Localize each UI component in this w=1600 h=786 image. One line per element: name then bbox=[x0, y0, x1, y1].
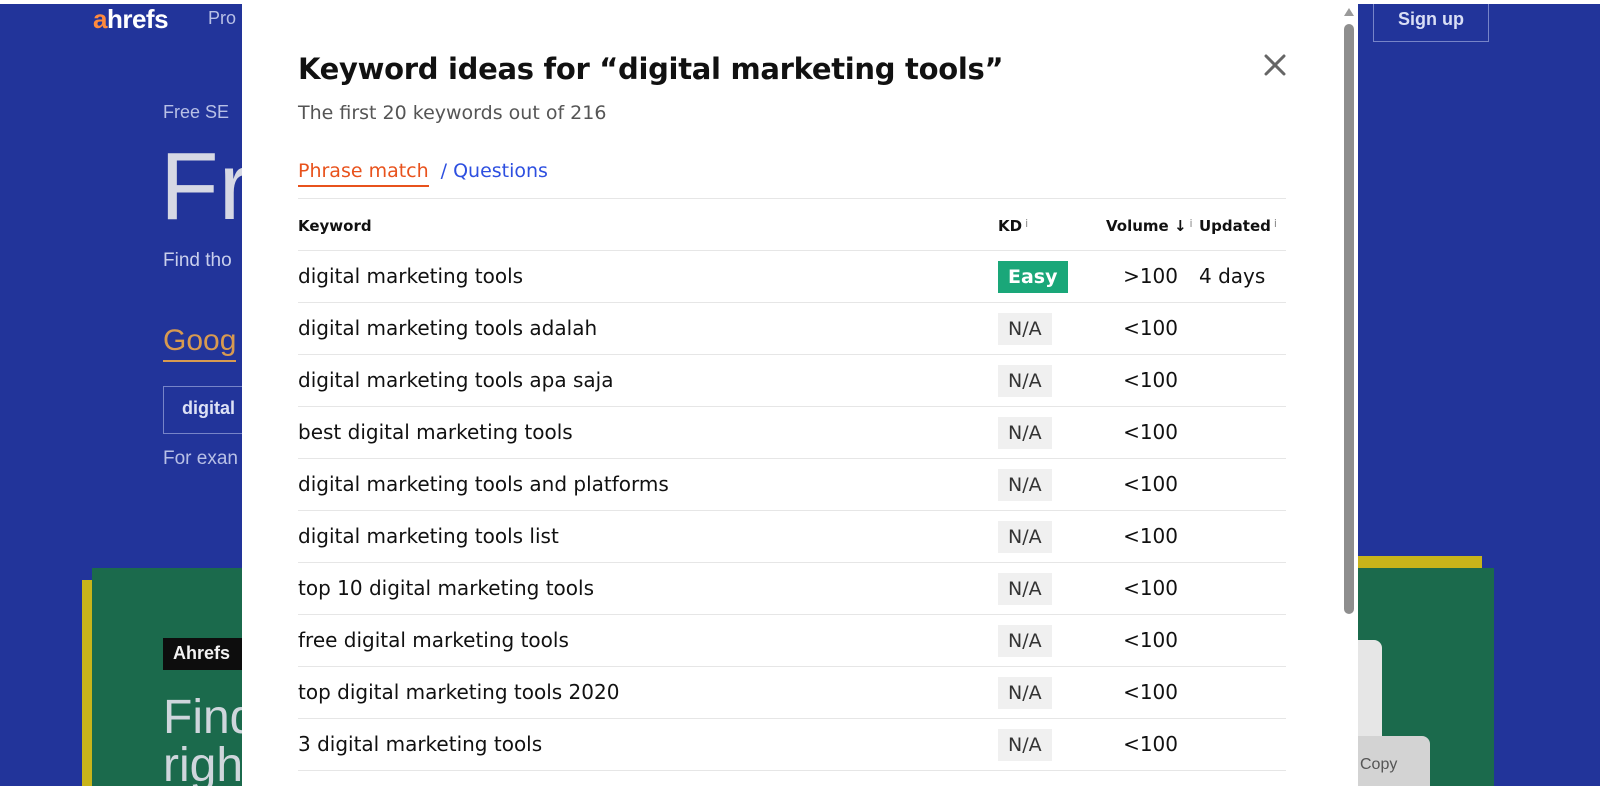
table-header: Keyword KD i Volume ↓ i Updated i bbox=[298, 199, 1286, 251]
table-row: top digital marketing tools 2020 N/A <10… bbox=[298, 667, 1286, 719]
volume-cell: <100 bbox=[1123, 368, 1178, 392]
column-header-kd: KD i bbox=[998, 217, 1029, 235]
volume-cell: <100 bbox=[1123, 472, 1178, 496]
kd-badge: N/A bbox=[998, 729, 1052, 761]
table-row: top 10 digital marketing tools N/A <100 bbox=[298, 563, 1286, 615]
column-header-volume[interactable]: Volume ↓ i bbox=[1106, 217, 1193, 235]
volume-cell: <100 bbox=[1123, 524, 1178, 548]
hero-description: Find tho bbox=[163, 250, 232, 271]
keyword-cell[interactable]: top 10 digital marketing tools bbox=[298, 576, 594, 600]
match-tabs: Phrase match / Questions bbox=[298, 160, 548, 187]
volume-cell: <100 bbox=[1123, 316, 1178, 340]
kd-badge: N/A bbox=[998, 417, 1052, 449]
keyword-cell[interactable]: digital marketing tools adalah bbox=[298, 316, 597, 340]
volume-cell: <100 bbox=[1123, 420, 1178, 444]
search-engine-selector[interactable]: Goog bbox=[163, 324, 237, 362]
kd-badge: N/A bbox=[998, 677, 1052, 709]
kd-badge: N/A bbox=[998, 469, 1052, 501]
kd-badge: N/A bbox=[998, 313, 1052, 345]
table-row: 3 digital marketing tools N/A <100 bbox=[298, 719, 1286, 771]
nav-item-products[interactable]: Pro bbox=[208, 8, 236, 29]
sign-up-button[interactable]: Sign up bbox=[1373, 4, 1489, 42]
volume-cell: <100 bbox=[1123, 732, 1178, 756]
example-hint: For exan bbox=[163, 448, 238, 469]
keyword-cell[interactable]: digital marketing tools and platforms bbox=[298, 472, 669, 496]
keyword-cell[interactable]: digital marketing tools apa saja bbox=[298, 368, 613, 392]
tab-phrase-match[interactable]: Phrase match bbox=[298, 160, 429, 187]
scroll-up-icon[interactable] bbox=[1344, 8, 1354, 16]
column-header-keyword: Keyword bbox=[298, 217, 372, 235]
table-row: digital marketing tools apa saja N/A <10… bbox=[298, 355, 1286, 407]
volume-cell: <100 bbox=[1123, 576, 1178, 600]
modal-subtitle: The first 20 keywords out of 216 bbox=[298, 102, 607, 124]
table-row: digital marketing tools list N/A <100 bbox=[298, 511, 1286, 563]
scroll-thumb[interactable] bbox=[1344, 24, 1354, 614]
keyword-ideas-modal: Keyword ideas for “digital marketing too… bbox=[242, 4, 1358, 786]
volume-cell: >100 bbox=[1123, 264, 1178, 288]
table-row: digital marketing tools and platforms N/… bbox=[298, 459, 1286, 511]
modal-scrollbar[interactable] bbox=[1340, 4, 1358, 786]
keyword-cell[interactable]: best digital marketing tools bbox=[298, 420, 573, 444]
updated-cell: 4 days bbox=[1199, 264, 1266, 288]
modal-title: Keyword ideas for “digital marketing too… bbox=[298, 52, 1004, 86]
kd-badge: N/A bbox=[998, 573, 1052, 605]
promo-badge: Ahrefs bbox=[163, 638, 253, 670]
keyword-cell[interactable]: digital marketing tools list bbox=[298, 524, 559, 548]
tab-questions[interactable]: Questions bbox=[453, 160, 548, 187]
column-header-updated: Updated i bbox=[1199, 217, 1277, 235]
keyword-cell[interactable]: free digital marketing tools bbox=[298, 628, 569, 652]
keyword-table: Keyword KD i Volume ↓ i Updated i digital m… bbox=[298, 198, 1286, 771]
tab-separator: / bbox=[440, 160, 448, 182]
info-icon[interactable]: i bbox=[1190, 217, 1193, 230]
keyword-cell[interactable]: 3 digital marketing tools bbox=[298, 732, 542, 756]
table-row: best digital marketing tools N/A <100 bbox=[298, 407, 1286, 459]
table-row: digital marketing tools Easy >100 4 days bbox=[298, 251, 1286, 303]
hero-title: Fr bbox=[160, 133, 251, 240]
volume-cell: <100 bbox=[1123, 680, 1178, 704]
kd-badge: N/A bbox=[998, 365, 1052, 397]
volume-cell: <100 bbox=[1123, 628, 1178, 652]
kd-badge: Easy bbox=[998, 261, 1068, 293]
hero-eyebrow: Free SE bbox=[163, 102, 230, 122]
keyword-cell[interactable]: top digital marketing tools 2020 bbox=[298, 680, 619, 704]
kd-badge: N/A bbox=[998, 521, 1052, 553]
table-row: free digital marketing tools N/A <100 bbox=[298, 615, 1286, 667]
table-row: digital marketing tools adalah N/A <100 bbox=[298, 303, 1286, 355]
ahrefs-logo[interactable]: ahrefs bbox=[93, 4, 169, 35]
info-icon[interactable]: i bbox=[1274, 217, 1277, 230]
kd-badge: N/A bbox=[998, 625, 1052, 657]
close-icon bbox=[1264, 54, 1286, 76]
keyword-cell[interactable]: digital marketing tools bbox=[298, 264, 523, 288]
close-button[interactable] bbox=[1258, 48, 1292, 82]
info-icon[interactable]: i bbox=[1025, 217, 1028, 230]
